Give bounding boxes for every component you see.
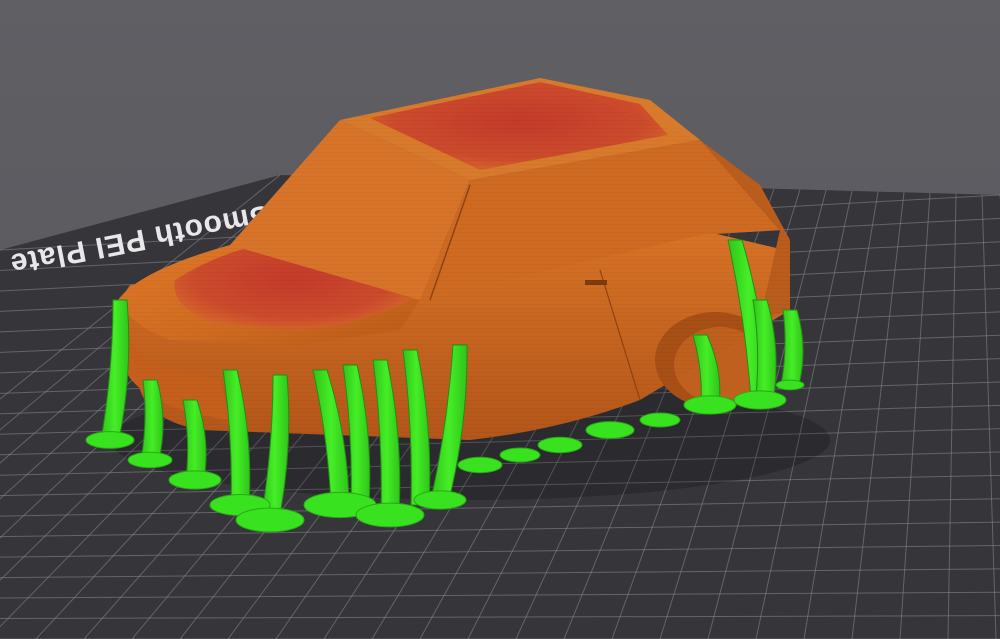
support-base	[775, 379, 805, 391]
support-base	[585, 421, 635, 439]
support-base	[733, 390, 787, 410]
support-base	[683, 395, 737, 415]
support-base	[85, 431, 135, 449]
support-base	[639, 412, 681, 428]
3d-viewport[interactable]: Smooth PEI Plate / High	[0, 0, 1000, 639]
support-base	[235, 507, 305, 533]
support-base	[413, 490, 467, 510]
support-base	[355, 502, 425, 528]
support-base	[127, 451, 173, 469]
support-base	[168, 470, 222, 490]
support-base	[499, 447, 541, 463]
support-base	[457, 456, 503, 474]
scene-canvas[interactable]: Smooth PEI Plate / High	[0, 0, 1000, 639]
support-base	[537, 436, 583, 454]
